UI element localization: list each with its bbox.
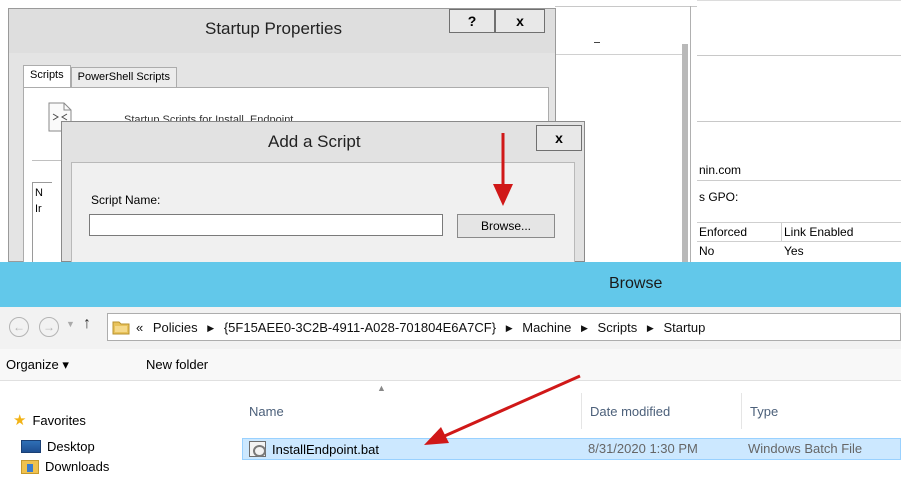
nav-item-downloads-label: Downloads [45, 459, 110, 474]
scripts-list-item-fragment: Ir [35, 203, 42, 215]
browse-title: Browse [609, 275, 663, 292]
breadcrumb-item-machine[interactable]: Machine [522, 320, 571, 335]
file-name-cell: InstallEndpoint.bat [249, 441, 379, 457]
recent-locations-chevron-icon[interactable]: ▼ [66, 319, 75, 329]
scripts-list[interactable]: N Ir [32, 182, 52, 264]
help-button[interactable]: ? [449, 9, 495, 33]
back-arrow-icon[interactable]: ← [9, 317, 29, 337]
breadcrumb-separator-icon[interactable]: ▶ [506, 323, 513, 333]
breadcrumb-separator-icon[interactable]: ▶ [581, 323, 588, 333]
file-list: ▲ Name Date modified Type InstallEndpoin… [229, 381, 901, 484]
address-bar[interactable]: « Policies ▶ {5F15AEE0-3C2B-4911-A028-70… [107, 313, 901, 341]
file-row-installendpoint[interactable]: InstallEndpoint.bat 8/31/2020 1:30 PM Wi… [242, 438, 901, 460]
browse-dialog: Browse ← → ▼ ↑ « Policies ▶ {5F15AEE0-3C… [0, 262, 901, 484]
nav-item-favorites-label: Favorites [32, 412, 86, 428]
browse-toolbar: Organize ▾ New folder [0, 349, 901, 381]
nav-item-desktop[interactable]: Desktop [21, 439, 95, 454]
breadcrumb-overflow[interactable]: « [136, 320, 143, 335]
breadcrumb-separator-icon[interactable]: ▶ [207, 323, 214, 333]
column-header-date-modified[interactable]: Date modified [582, 393, 742, 429]
downloads-folder-icon [21, 459, 39, 474]
background-cell-link-enabled: Yes [784, 244, 804, 258]
new-folder-button[interactable]: New folder [146, 357, 208, 372]
breadcrumb-item-scripts[interactable]: Scripts [598, 320, 638, 335]
browse-titlebar[interactable]: Browse [0, 262, 901, 307]
tab-powershell-scripts[interactable]: PowerShell Scripts [70, 67, 177, 87]
browse-button[interactable]: Browse... [457, 214, 555, 238]
background-table-header: Enforced Link Enabled [697, 222, 901, 242]
startup-properties-title: Startup Properties [205, 19, 343, 38]
add-script-titlebar[interactable]: Add a Script x [62, 122, 584, 162]
background-dash [594, 42, 600, 43]
breadcrumb-item-guid[interactable]: {5F15AEE0-3C2B-4911-A028-701804E6A7CF} [224, 320, 496, 335]
script-name-label: Script Name: [91, 193, 161, 207]
background-gpo-label: s GPO: [699, 190, 739, 204]
add-script-title: Add a Script [268, 132, 361, 151]
properties-tabs: Scripts PowerShell Scripts [23, 65, 177, 87]
address-bar-area: ← → ▼ ↑ « Policies ▶ {5F15AEE0-3C2B-4911… [0, 307, 901, 349]
star-icon: ★ [13, 412, 27, 429]
background-domain-text: nin.com [697, 163, 901, 181]
column-header-type[interactable]: Type [742, 393, 901, 429]
background-scrollbar[interactable] [682, 44, 688, 262]
nav-item-desktop-label: Desktop [47, 439, 95, 454]
add-script-dialog: Add a Script x Script Name: Browse... [61, 121, 585, 263]
background-cell-enforced: No [699, 244, 715, 258]
breadcrumb-separator-icon[interactable]: ▶ [647, 323, 654, 333]
organize-menu[interactable]: Organize ▾ [6, 357, 69, 373]
forward-arrow-icon[interactable]: → [39, 317, 59, 337]
breadcrumb-item-policies[interactable]: Policies [153, 320, 198, 335]
background-column-link-enabled[interactable]: Link Enabled [782, 223, 857, 241]
startup-properties-titlebar[interactable]: Startup Properties ? x [9, 9, 555, 53]
nav-item-downloads[interactable]: Downloads [21, 459, 109, 474]
breadcrumb-item-startup[interactable]: Startup [663, 320, 705, 335]
add-script-body: Script Name: Browse... [71, 162, 575, 263]
column-header-name[interactable]: Name [241, 393, 582, 429]
file-date-modified: 8/31/2020 1:30 PM [588, 441, 698, 456]
tab-scripts[interactable]: Scripts [23, 65, 71, 87]
file-name: InstallEndpoint.bat [272, 441, 379, 457]
desktop-icon [21, 440, 41, 453]
background-column-enforced[interactable]: Enforced [697, 223, 782, 241]
background-right-panel [697, 62, 901, 122]
background-splitter[interactable] [690, 6, 691, 262]
close-button[interactable]: x [495, 9, 545, 33]
folder-icon [112, 321, 130, 335]
background-table-row[interactable]: No Yes [697, 244, 901, 262]
add-script-close-button[interactable]: x [536, 125, 582, 151]
nav-item-favorites[interactable]: ★ Favorites [13, 411, 86, 429]
file-type: Windows Batch File [748, 441, 863, 456]
script-name-input[interactable] [89, 214, 443, 236]
sort-ascending-icon: ▲ [377, 383, 386, 393]
background-right-header [697, 0, 901, 56]
breadcrumb: « Policies ▶ {5F15AEE0-3C2B-4911-A028-70… [136, 320, 711, 335]
scripts-list-header-fragment: N [35, 187, 43, 199]
navigation-pane: ★ Favorites Desktop Downloads [0, 381, 229, 484]
batch-file-icon [249, 441, 266, 457]
up-arrow-icon[interactable]: ↑ [83, 315, 91, 333]
